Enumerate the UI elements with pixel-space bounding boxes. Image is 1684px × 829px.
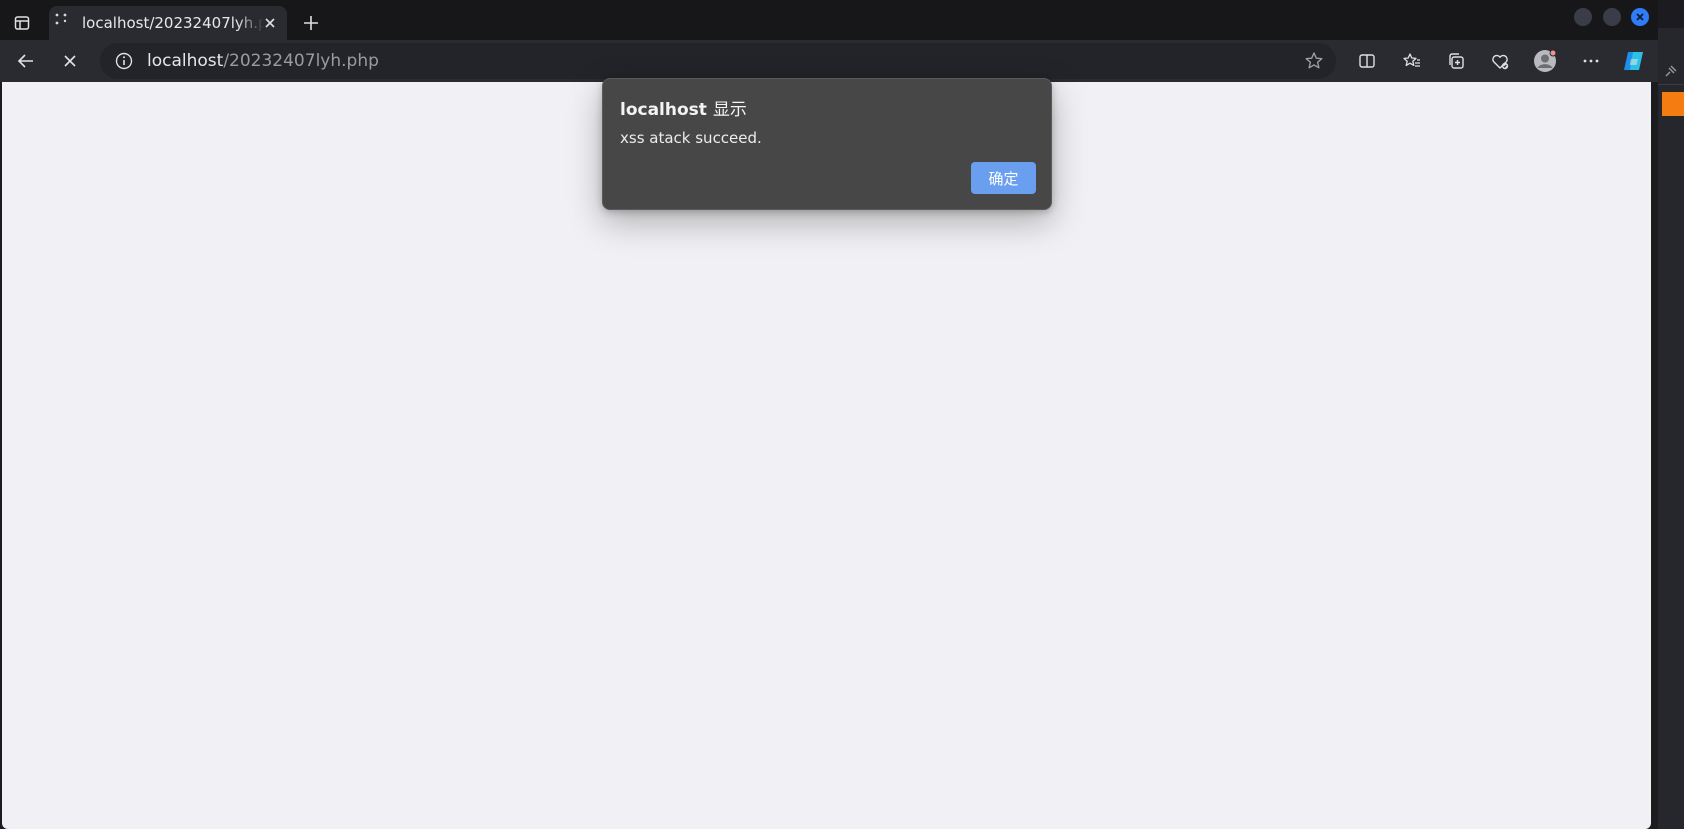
collections-button[interactable] — [1442, 47, 1470, 75]
collections-icon — [1446, 51, 1466, 71]
ok-button[interactable]: 确定 — [971, 162, 1036, 194]
split-screen-icon — [1357, 51, 1377, 71]
profile-avatar-icon — [1533, 49, 1557, 73]
close-icon — [1635, 12, 1645, 22]
dialog-title: localhost 显示 — [620, 95, 747, 120]
alert-dialog: localhost 显示 xss atack succeed. 确定 — [602, 78, 1052, 210]
minimize-button[interactable] — [1574, 8, 1592, 26]
star-icon[interactable] — [1304, 51, 1324, 71]
plus-icon — [303, 15, 319, 31]
address-bar[interactable]: localhost/20232407lyh.php — [100, 43, 1336, 79]
favorites-icon — [1402, 51, 1422, 71]
dialog-title-host: localhost — [620, 100, 707, 120]
url-host: localhost — [147, 51, 224, 71]
dialog-title-suffix: 显示 — [712, 100, 747, 120]
pin-icon[interactable] — [1660, 62, 1682, 82]
side-panel-header — [1658, 0, 1684, 28]
close-icon — [264, 17, 276, 29]
more-button[interactable] — [1577, 47, 1605, 75]
side-panel — [1658, 0, 1684, 829]
browser-essentials-icon — [1490, 51, 1510, 71]
navigation-toolbar: localhost/20232407lyh.php — [0, 40, 1658, 82]
side-panel-divider — [1658, 84, 1684, 85]
tab-title: localhost/20232407lyh.php — [82, 14, 264, 32]
copilot-button[interactable] — [1620, 47, 1648, 75]
more-icon — [1581, 51, 1601, 71]
back-button[interactable] — [12, 47, 40, 75]
browser-window: localhost/20232407lyh.php — [0, 0, 1684, 829]
info-icon[interactable] — [114, 51, 134, 71]
tab-actions-icon — [14, 15, 30, 31]
side-panel-accent[interactable] — [1662, 92, 1684, 116]
new-tab-button[interactable] — [298, 10, 324, 36]
stop-loading-icon — [62, 53, 78, 69]
browser-essentials-button[interactable] — [1486, 47, 1514, 75]
split-screen-button[interactable] — [1353, 47, 1381, 75]
maximize-button[interactable] — [1603, 8, 1621, 26]
stop-loading-button[interactable] — [56, 47, 84, 75]
active-tab[interactable]: localhost/20232407lyh.php — [49, 6, 287, 40]
loading-favicon-icon — [54, 12, 70, 28]
url-text[interactable]: localhost/20232407lyh.php — [147, 51, 379, 71]
tab-close-button[interactable] — [261, 14, 279, 32]
profile-button[interactable] — [1531, 47, 1559, 75]
back-arrow-icon — [16, 51, 36, 71]
tab-strip: localhost/20232407lyh.php — [0, 0, 1658, 40]
favorites-button[interactable] — [1398, 47, 1426, 75]
tab-actions-button[interactable] — [8, 10, 36, 36]
dialog-message: xss atack succeed. — [620, 129, 762, 147]
url-path: /20232407lyh.php — [223, 51, 379, 71]
copilot-icon — [1621, 48, 1647, 74]
window-close-button[interactable] — [1631, 8, 1649, 26]
